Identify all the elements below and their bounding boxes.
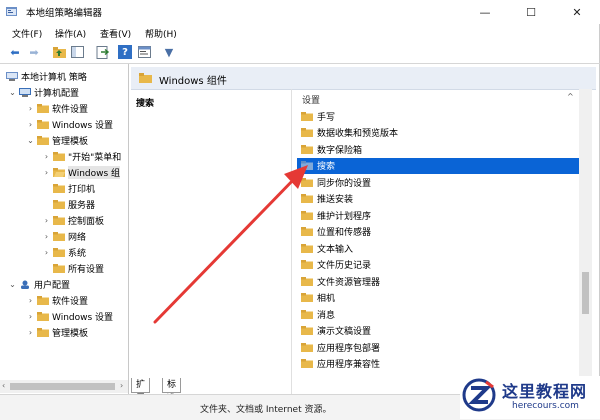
annotation-arrow: [153, 165, 308, 324]
watermark-logo: [462, 378, 496, 412]
watermark-en-text: herecours.com: [512, 401, 579, 411]
watermark-cn-text: 这里教程网: [502, 382, 588, 401]
watermark: 这里教程网 herecours.com: [460, 376, 600, 419]
